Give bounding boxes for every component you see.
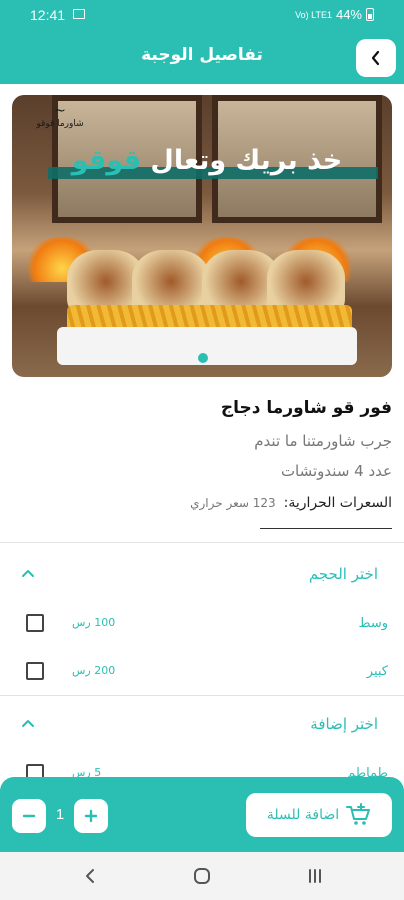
meal-info: فور قو شاورما دجاج جرب شاورمتنا ما تندم … [12, 398, 392, 514]
size-section-header[interactable]: اختر الحجم [0, 560, 404, 590]
battery-icon [366, 8, 374, 21]
add-to-cart-label: اضافة للسلة [266, 807, 340, 823]
increase-quantity-button[interactable] [74, 799, 108, 833]
meal-description: جرب شاورمتنا ما تندم [254, 432, 392, 450]
size-option-name: كبير [366, 664, 388, 679]
carousel-indicator[interactable] [198, 353, 208, 363]
nav-home-icon [194, 868, 210, 884]
size-option-checkbox[interactable] [26, 662, 44, 680]
slogan-text: خذ بريك وتعال [150, 145, 343, 176]
chevron-left-icon [371, 50, 380, 66]
addon-section-header[interactable]: اختر إضافة [0, 710, 404, 740]
chevron-up-icon[interactable] [20, 566, 36, 582]
size-option-checkbox[interactable] [26, 614, 44, 632]
app-header: تفاصيل الوجبة [0, 30, 404, 84]
calories-value: 123 سعر حراري [190, 496, 276, 510]
section-divider [0, 542, 404, 543]
nav-recent-button[interactable] [305, 866, 325, 886]
nav-back-button[interactable] [80, 866, 100, 886]
chevron-up-icon[interactable] [20, 716, 36, 732]
size-section-title: اختر الحجم [308, 565, 378, 583]
nav-home-button[interactable] [192, 866, 212, 886]
plus-icon [84, 809, 98, 823]
section-divider [0, 695, 404, 696]
brand-logo: ~ شاورما قوقو [30, 103, 90, 133]
meal-name: فور قو شاورما دجاج [220, 398, 392, 418]
brand-logo-text: شاورما قوقو [36, 119, 84, 129]
cart-plus-icon [346, 803, 371, 825]
addon-section-title: اختر إضافة [310, 715, 378, 733]
cart-bar: 1 اضافة للسلة [0, 777, 404, 852]
meal-count: عدد 4 سندوتشات [280, 462, 392, 480]
back-button[interactable] [356, 39, 396, 77]
status-time: 12:41 [30, 7, 66, 23]
slogan-accent: قوقو [71, 145, 141, 176]
size-option-price: 200 رس [72, 664, 116, 677]
status-bar: 12:41 Vo) LTE1 44% [0, 0, 404, 30]
calories-label: السعرات الحرارية: [283, 495, 392, 511]
decrease-quantity-button[interactable] [12, 799, 46, 833]
add-to-cart-button[interactable]: اضافة للسلة [246, 793, 392, 837]
battery-percent: 44% [335, 7, 362, 22]
system-nav-bar [0, 852, 404, 900]
size-option-row[interactable]: كبير 200 رس [0, 660, 404, 686]
calories-underline [260, 528, 392, 529]
meal-banner[interactable]: ~ شاورما قوقو خذ بريك وتعال قوقو [12, 95, 392, 377]
image-notification-icon [73, 9, 85, 19]
calories-row: السعرات الحرارية: 123 سعر حراري [12, 492, 392, 514]
status-right: Vo) LTE1 44% [295, 7, 374, 22]
size-option-name: وسط [358, 616, 388, 631]
carrier-text: Vo) LTE1 [295, 9, 332, 20]
nav-recent-icon [309, 869, 321, 883]
nav-back-icon [86, 869, 94, 883]
size-option-price: 100 رس [72, 616, 116, 629]
banner-slogan: خذ بريك وتعال قوقو [42, 145, 372, 183]
page-title: تفاصيل الوجبة [141, 45, 263, 65]
size-option-row[interactable]: وسط 100 رس [0, 612, 404, 638]
quantity-value: 1 [55, 806, 65, 823]
minus-icon [22, 814, 36, 818]
